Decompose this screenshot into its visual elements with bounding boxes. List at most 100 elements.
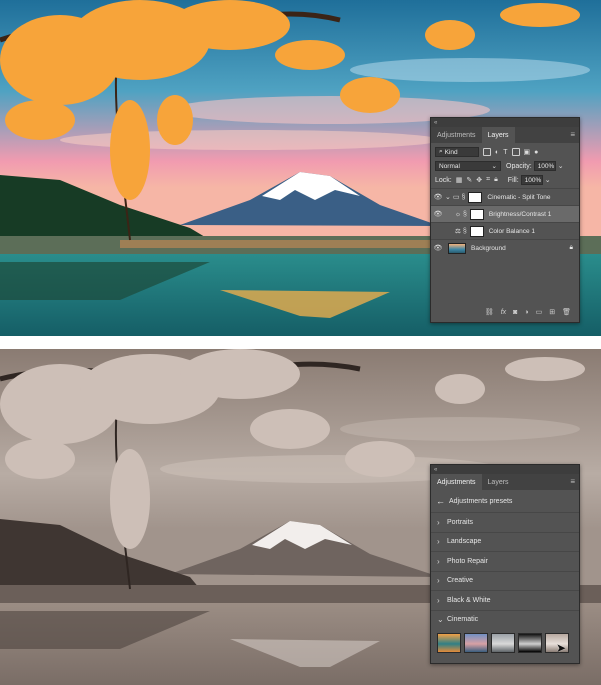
screenshot-color: « Adjustments Layers ≡ ⌕ Kind ◐ T ▣ ● No…	[0, 0, 601, 336]
preset-group-creative[interactable]: › Creative	[431, 570, 579, 591]
preset-thumb-sepia[interactable]: ➤	[545, 633, 569, 655]
new-layer-icon[interactable]: ⊞	[549, 308, 555, 316]
balance-icon: ⚖︎	[455, 228, 461, 235]
layer-row-color-balance[interactable]: 👁︎ ⚖︎ § Color Balance 1	[431, 222, 579, 239]
layer-name: Color Balance 1	[488, 227, 535, 235]
screenshot-sepia: « Adjustments Layers ≡ ← Adjustments pre…	[0, 349, 601, 685]
pixel-filter-icon[interactable]	[483, 148, 491, 156]
tab-adjustments[interactable]: Adjustments	[431, 474, 482, 490]
fill-dropdown-icon[interactable]: ⌄	[545, 176, 551, 184]
chevron-down-icon: ⌄	[491, 163, 497, 170]
chain-link-icon[interactable]: §	[462, 194, 466, 201]
background-thumbnail[interactable]	[448, 242, 466, 254]
tab-layers[interactable]: Layers	[481, 127, 515, 143]
filter-kind-label: Kind	[444, 148, 458, 156]
chevron-down-icon[interactable]: ⌄	[445, 193, 451, 201]
blend-mode-value: Normal	[439, 162, 460, 170]
preset-group-portraits[interactable]: › Portraits	[431, 512, 579, 532]
layer-name: Background	[471, 244, 506, 252]
lock-all-icon[interactable]: 🔒︎	[494, 176, 498, 184]
opacity-field[interactable]: 100%	[533, 161, 556, 171]
fill-field[interactable]: 100%	[520, 175, 543, 185]
fill-label: Fill:	[507, 176, 519, 184]
lock-move-icon[interactable]: ✥	[476, 176, 482, 184]
layers-panel: « Adjustments Layers ≡ ⌕ Kind ◐ T ▣ ● No…	[430, 117, 580, 323]
blend-mode-select[interactable]: Normal ⌄	[435, 161, 501, 171]
search-icon: ⌕	[439, 148, 443, 155]
visibility-eye-icon[interactable]: 👁︎	[431, 193, 445, 201]
back-label: Adjustments presets	[449, 497, 513, 505]
sun-icon: ☼	[455, 210, 461, 218]
preset-group-label: Cinematic	[447, 616, 479, 624]
preset-group-landscape[interactable]: › Landscape	[431, 531, 579, 552]
shape-filter-icon[interactable]	[511, 148, 520, 156]
lock-transparent-icon[interactable]: ▦	[456, 176, 463, 184]
cinematic-preset-thumbnails: ➤	[431, 629, 579, 657]
preset-thumb-teal-orange[interactable]	[437, 633, 461, 653]
preset-thumb-noir[interactable]	[518, 633, 542, 653]
filter-kind-select[interactable]: ⌕ Kind	[435, 147, 479, 157]
chevron-right-icon: ›	[437, 517, 440, 527]
layer-row-brightness[interactable]: 👁︎ ☼ § Brightness/Contrast 1	[431, 205, 579, 222]
chevron-down-icon: ⌄	[437, 615, 444, 625]
adjustment-icon[interactable]: ◑	[524, 309, 528, 316]
visibility-eye-icon[interactable]: 👁︎	[431, 244, 445, 252]
adjustment-filter-icon[interactable]: ◐	[495, 149, 499, 156]
lock-artboard-icon[interactable]: ⌗	[486, 176, 490, 184]
filter-toggle-icon[interactable]: ●	[534, 149, 538, 156]
preset-group-label: Creative	[447, 577, 474, 585]
panel-grip[interactable]: «	[431, 465, 579, 474]
mouse-cursor-icon: ➤	[556, 641, 567, 655]
preset-group-label: Photo Repair	[447, 557, 488, 565]
fx-icon[interactable]: fx	[501, 309, 506, 316]
opacity-dropdown-icon[interactable]: ⌄	[558, 162, 564, 170]
chain-link-icon[interactable]: §	[463, 211, 467, 218]
tab-adjustments[interactable]: Adjustments	[431, 127, 482, 143]
layer-name: Cinematic - Split Tone	[487, 193, 551, 201]
preset-group-cinematic[interactable]: ⌄ Cinematic	[431, 609, 579, 630]
mask-icon[interactable]: ◙	[513, 309, 517, 316]
visibility-eye-icon[interactable]: 👁︎	[431, 227, 445, 235]
chevron-right-icon: ›	[437, 537, 440, 547]
chevron-right-icon: ›	[437, 595, 440, 605]
tab-layers[interactable]: Layers	[482, 474, 515, 490]
visibility-eye-icon[interactable]: 👁︎	[431, 210, 445, 218]
preset-group-list: › Portraits › Landscape › Photo Repair ›…	[431, 512, 579, 629]
blend-row: Normal ⌄ Opacity: 100% ⌄	[431, 157, 579, 171]
preset-group-photo-repair[interactable]: › Photo Repair	[431, 551, 579, 571]
preset-group-label: Portraits	[447, 518, 474, 526]
lock-row: Lock: ▦ ✎ ✥ ⌗ 🔒︎ Fill: 100% ⌄	[431, 171, 579, 188]
layer-mask-thumbnail[interactable]	[469, 225, 484, 237]
layers-bottom-toolbar: ⛓︎ fx ◙ ◑ ▭ ⊞ 🗑︎	[485, 308, 571, 317]
arrow-left-icon[interactable]: ←	[436, 496, 445, 506]
lock-icon[interactable]: 🔒︎	[570, 244, 573, 252]
preset-group-label: Landscape	[447, 538, 482, 546]
panel-menu-icon[interactable]: ≡	[570, 130, 575, 139]
folder-icon: ▭	[452, 194, 460, 201]
opacity-label: Opacity:	[506, 162, 532, 170]
adjustments-panel: « Adjustments Layers ≡ ← Adjustments pre…	[430, 464, 580, 664]
lock-label: Lock:	[435, 176, 452, 184]
back-row[interactable]: ← Adjustments presets	[431, 490, 579, 512]
panel-grip[interactable]: «	[431, 118, 579, 127]
layer-name: Brightness/Contrast 1	[488, 210, 552, 218]
panel-menu-icon[interactable]: ≡	[570, 477, 575, 486]
layer-row-background[interactable]: 👁︎ Background 🔒︎	[431, 239, 579, 256]
link-icon[interactable]: ⛓︎	[485, 308, 494, 316]
type-filter-icon[interactable]: T	[503, 149, 507, 156]
layer-mask-thumbnail[interactable]	[469, 208, 484, 220]
preset-group-black-white[interactable]: › Black & White	[431, 590, 579, 610]
smart-object-filter-icon[interactable]: ▣	[524, 148, 531, 156]
preset-thumb-blue-dusk[interactable]	[464, 633, 488, 653]
chain-link-icon[interactable]: §	[463, 228, 467, 235]
lock-paint-icon[interactable]: ✎	[466, 176, 472, 184]
layer-mask-thumbnail[interactable]	[468, 191, 483, 203]
panel-tabs: Adjustments Layers ≡	[431, 127, 579, 143]
folder-icon[interactable]: ▭	[536, 308, 543, 316]
layer-row-group[interactable]: 👁︎ ⌄ ▭ § Cinematic - Split Tone	[431, 188, 579, 205]
chevron-right-icon: ›	[437, 576, 440, 586]
chevron-right-icon: ›	[437, 556, 440, 566]
trash-icon[interactable]: 🗑︎	[562, 308, 571, 316]
filter-row: ⌕ Kind ◐ T ▣ ●	[431, 143, 579, 157]
preset-thumb-faded[interactable]	[491, 633, 515, 653]
